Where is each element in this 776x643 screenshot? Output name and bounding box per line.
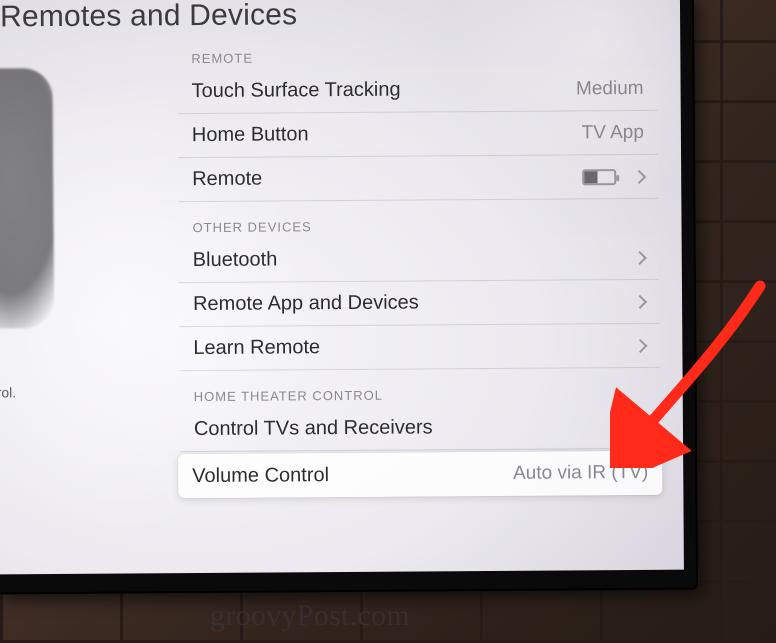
row-label: Home Button <box>192 121 582 147</box>
chevron-right-icon <box>633 250 647 264</box>
row-value: TV App <box>581 121 643 143</box>
row-value <box>582 168 644 184</box>
battery-icon <box>582 169 616 185</box>
row-remote[interactable]: Remote <box>178 155 658 202</box>
siri-remote-image <box>0 68 54 329</box>
chevron-right-icon <box>633 294 647 308</box>
watermark: groovyPost.com <box>210 599 410 633</box>
row-volume-control[interactable]: Volume Control Auto via IR (TV) <box>178 451 662 498</box>
row-value: Medium <box>576 77 644 99</box>
tv-screen: Remotes and Devices rol. REMOTE Touch Su… <box>0 0 684 574</box>
row-home-button[interactable]: Home Button TV App <box>178 111 658 158</box>
row-label: Remote <box>192 165 582 191</box>
row-remote-app-and-devices[interactable]: Remote App and Devices <box>179 280 659 327</box>
row-control-tvs-and-receivers[interactable]: Control TVs and Receivers On <box>180 405 660 452</box>
row-learn-remote[interactable]: Learn Remote <box>179 324 659 371</box>
row-label: Remote App and Devices <box>193 290 627 316</box>
section-header-other-devices: OTHER DEVICES <box>178 199 658 239</box>
row-label: Control TVs and Receivers <box>194 415 621 441</box>
tv-bezel: Remotes and Devices rol. REMOTE Touch Su… <box>0 0 698 594</box>
row-label: Bluetooth <box>193 246 627 272</box>
row-label: Touch Surface Tracking <box>192 77 577 103</box>
section-header-home-theater-control: HOME THEATER CONTROL <box>180 368 660 408</box>
row-value: On <box>620 415 646 437</box>
sidebar-caption-fragment: rol. <box>0 384 16 400</box>
chevron-right-icon <box>633 338 647 352</box>
row-bluetooth[interactable]: Bluetooth <box>179 236 659 283</box>
section-header-remote: REMOTE <box>177 30 657 70</box>
page-title: Remotes and Devices <box>0 0 297 34</box>
chevron-right-icon <box>632 169 646 183</box>
row-label: Volume Control <box>192 462 513 487</box>
row-value: Auto via IR (TV) <box>513 462 648 485</box>
row-label: Learn Remote <box>193 334 627 360</box>
row-touch-surface-tracking[interactable]: Touch Surface Tracking Medium <box>177 67 657 114</box>
settings-list: REMOTE Touch Surface Tracking Medium Hom… <box>177 30 660 500</box>
